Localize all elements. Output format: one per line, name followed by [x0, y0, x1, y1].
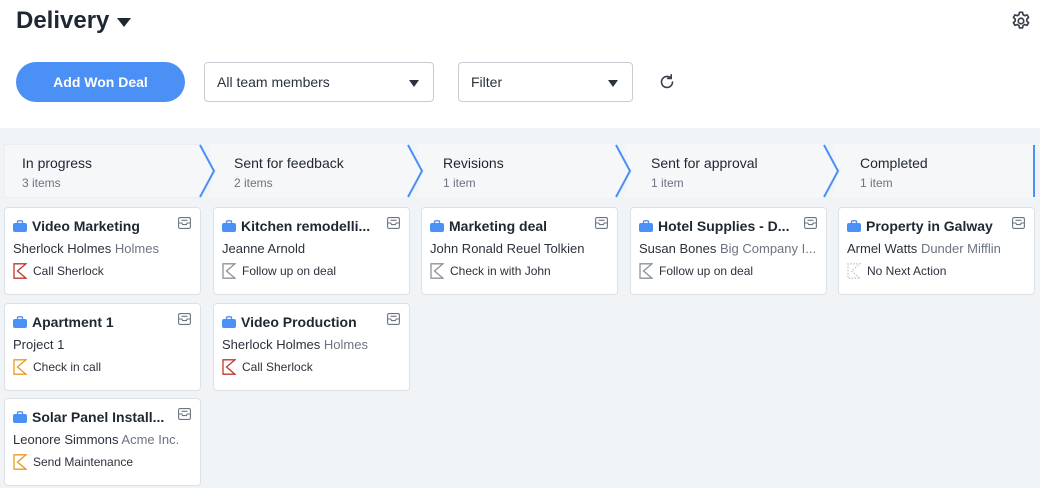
deal-card[interactable]: Video Production Sherlock Holmes Holmes …	[213, 303, 410, 391]
stage-name: Completed	[860, 155, 928, 171]
stage-count: 1 item	[443, 176, 476, 190]
stage-sent-for-approval[interactable]: Sent for approval 1 item	[633, 144, 824, 198]
team-members-select-value: All team members	[217, 74, 330, 90]
stage-name: Sent for feedback	[234, 155, 344, 171]
activity-flag-icon	[13, 263, 27, 279]
archive-box-icon[interactable]	[387, 313, 400, 325]
stage-revisions[interactable]: Revisions 1 item	[425, 144, 616, 198]
archive-box-icon[interactable]	[178, 408, 191, 420]
deal-card[interactable]: Marketing deal John Ronald Reuel Tolkien…	[421, 207, 618, 295]
next-activity: Follow up on deal	[659, 264, 754, 278]
page-header: Delivery Add Won Deal All team members F…	[0, 0, 1040, 128]
deal-organization: Dunder Mifflin	[920, 241, 1001, 256]
archive-box-icon[interactable]	[804, 217, 817, 229]
next-activity: Send Maintenance	[33, 455, 134, 469]
chevron-down-icon	[608, 80, 618, 87]
activity-flag-icon	[13, 454, 27, 470]
chevron-down-icon	[409, 80, 419, 87]
deal-title: Kitchen remodelli...	[241, 218, 371, 234]
activity-flag-icon	[430, 263, 444, 279]
deal-person: John Ronald Reuel Tolkien	[430, 241, 585, 256]
deal-organization: Holmes	[323, 337, 368, 352]
briefcase-icon	[13, 411, 27, 423]
deal-title: Property in Galway	[866, 218, 993, 234]
deal-title: Apartment 1	[32, 314, 114, 330]
deal-organization: Big Company I...	[719, 241, 817, 256]
stage-header-row: In progress 3 items Sent for feedback 2 …	[4, 144, 1040, 198]
stage-count: 2 items	[234, 176, 273, 190]
activity-flag-icon	[222, 359, 236, 375]
deal-title: Video Marketing	[32, 218, 140, 234]
deal-title: Marketing deal	[449, 218, 548, 234]
archive-box-icon[interactable]	[387, 217, 400, 229]
deal-person: Susan Bones	[639, 241, 717, 256]
filter-select[interactable]: Filter	[458, 62, 633, 102]
stage-count: 3 items	[22, 176, 61, 190]
archive-box-icon[interactable]	[1012, 217, 1025, 229]
activity-flag-icon	[847, 263, 861, 279]
deal-title: Hotel Supplies - D...	[658, 218, 790, 234]
deal-person: Leonore Simmons	[13, 432, 119, 447]
team-members-select[interactable]: All team members	[204, 62, 434, 102]
pipeline-selector[interactable]: Delivery	[16, 6, 132, 36]
deal-person: Sherlock Holmes	[222, 337, 321, 352]
briefcase-icon	[13, 316, 27, 328]
activity-flag-icon	[639, 263, 653, 279]
add-won-deal-button[interactable]: Add Won Deal	[16, 62, 185, 102]
gear-icon[interactable]	[1010, 10, 1032, 32]
deal-person: Project 1	[13, 337, 65, 352]
next-activity: Check in with John	[450, 264, 551, 278]
briefcase-icon	[13, 220, 27, 232]
briefcase-icon	[430, 220, 444, 232]
deal-person: Jeanne Arnold	[222, 241, 306, 256]
archive-box-icon[interactable]	[178, 217, 191, 229]
stage-name: In progress	[22, 155, 93, 171]
deal-organization: Holmes	[114, 241, 159, 256]
stage-completed[interactable]: Completed 1 item	[842, 144, 1034, 198]
deal-card[interactable]: Solar Panel Install... Leonore Simmons A…	[4, 398, 201, 486]
stage-name: Revisions	[443, 155, 504, 171]
stage-name: Sent for approval	[651, 155, 758, 171]
filter-select-value: Filter	[471, 74, 503, 90]
deal-card[interactable]: Video Marketing Sherlock Holmes Holmes C…	[4, 207, 201, 295]
archive-box-icon[interactable]	[595, 217, 608, 229]
deal-title: Solar Panel Install...	[32, 409, 165, 425]
deal-card[interactable]: Property in Galway Armel Watts Dunder Mi…	[838, 207, 1035, 295]
stage-count: 1 item	[651, 176, 684, 190]
deal-card[interactable]: Hotel Supplies - D... Susan Bones Big Co…	[630, 207, 827, 295]
deal-person: Sherlock Holmes	[13, 241, 112, 256]
next-activity: Call Sherlock	[33, 264, 104, 278]
activity-flag-icon	[13, 359, 27, 375]
briefcase-icon	[222, 316, 236, 328]
deal-person: Armel Watts	[847, 241, 918, 256]
next-activity: Call Sherlock	[242, 360, 313, 374]
stage-in-progress[interactable]: In progress 3 items	[4, 144, 200, 198]
next-activity: Check in call	[33, 360, 102, 374]
activity-flag-icon	[222, 263, 236, 279]
page-title: Delivery	[16, 7, 110, 34]
deal-card[interactable]: Kitchen remodelli... Jeanne Arnold Follo…	[213, 207, 410, 295]
next-activity: No Next Action	[867, 264, 947, 278]
briefcase-icon	[847, 220, 861, 232]
briefcase-icon	[639, 220, 653, 232]
refresh-icon[interactable]	[657, 72, 677, 92]
deal-card[interactable]: Apartment 1 Project 1 Check in call	[4, 303, 201, 391]
caret-down-icon	[117, 17, 132, 27]
archive-box-icon[interactable]	[178, 313, 191, 325]
briefcase-icon	[222, 220, 236, 232]
deal-title: Video Production	[241, 314, 357, 330]
next-activity: Follow up on deal	[242, 264, 337, 278]
deal-organization: Acme Inc.	[121, 432, 180, 447]
stage-count: 1 item	[860, 176, 893, 190]
stage-sent-for-feedback[interactable]: Sent for feedback 2 items	[216, 144, 408, 198]
